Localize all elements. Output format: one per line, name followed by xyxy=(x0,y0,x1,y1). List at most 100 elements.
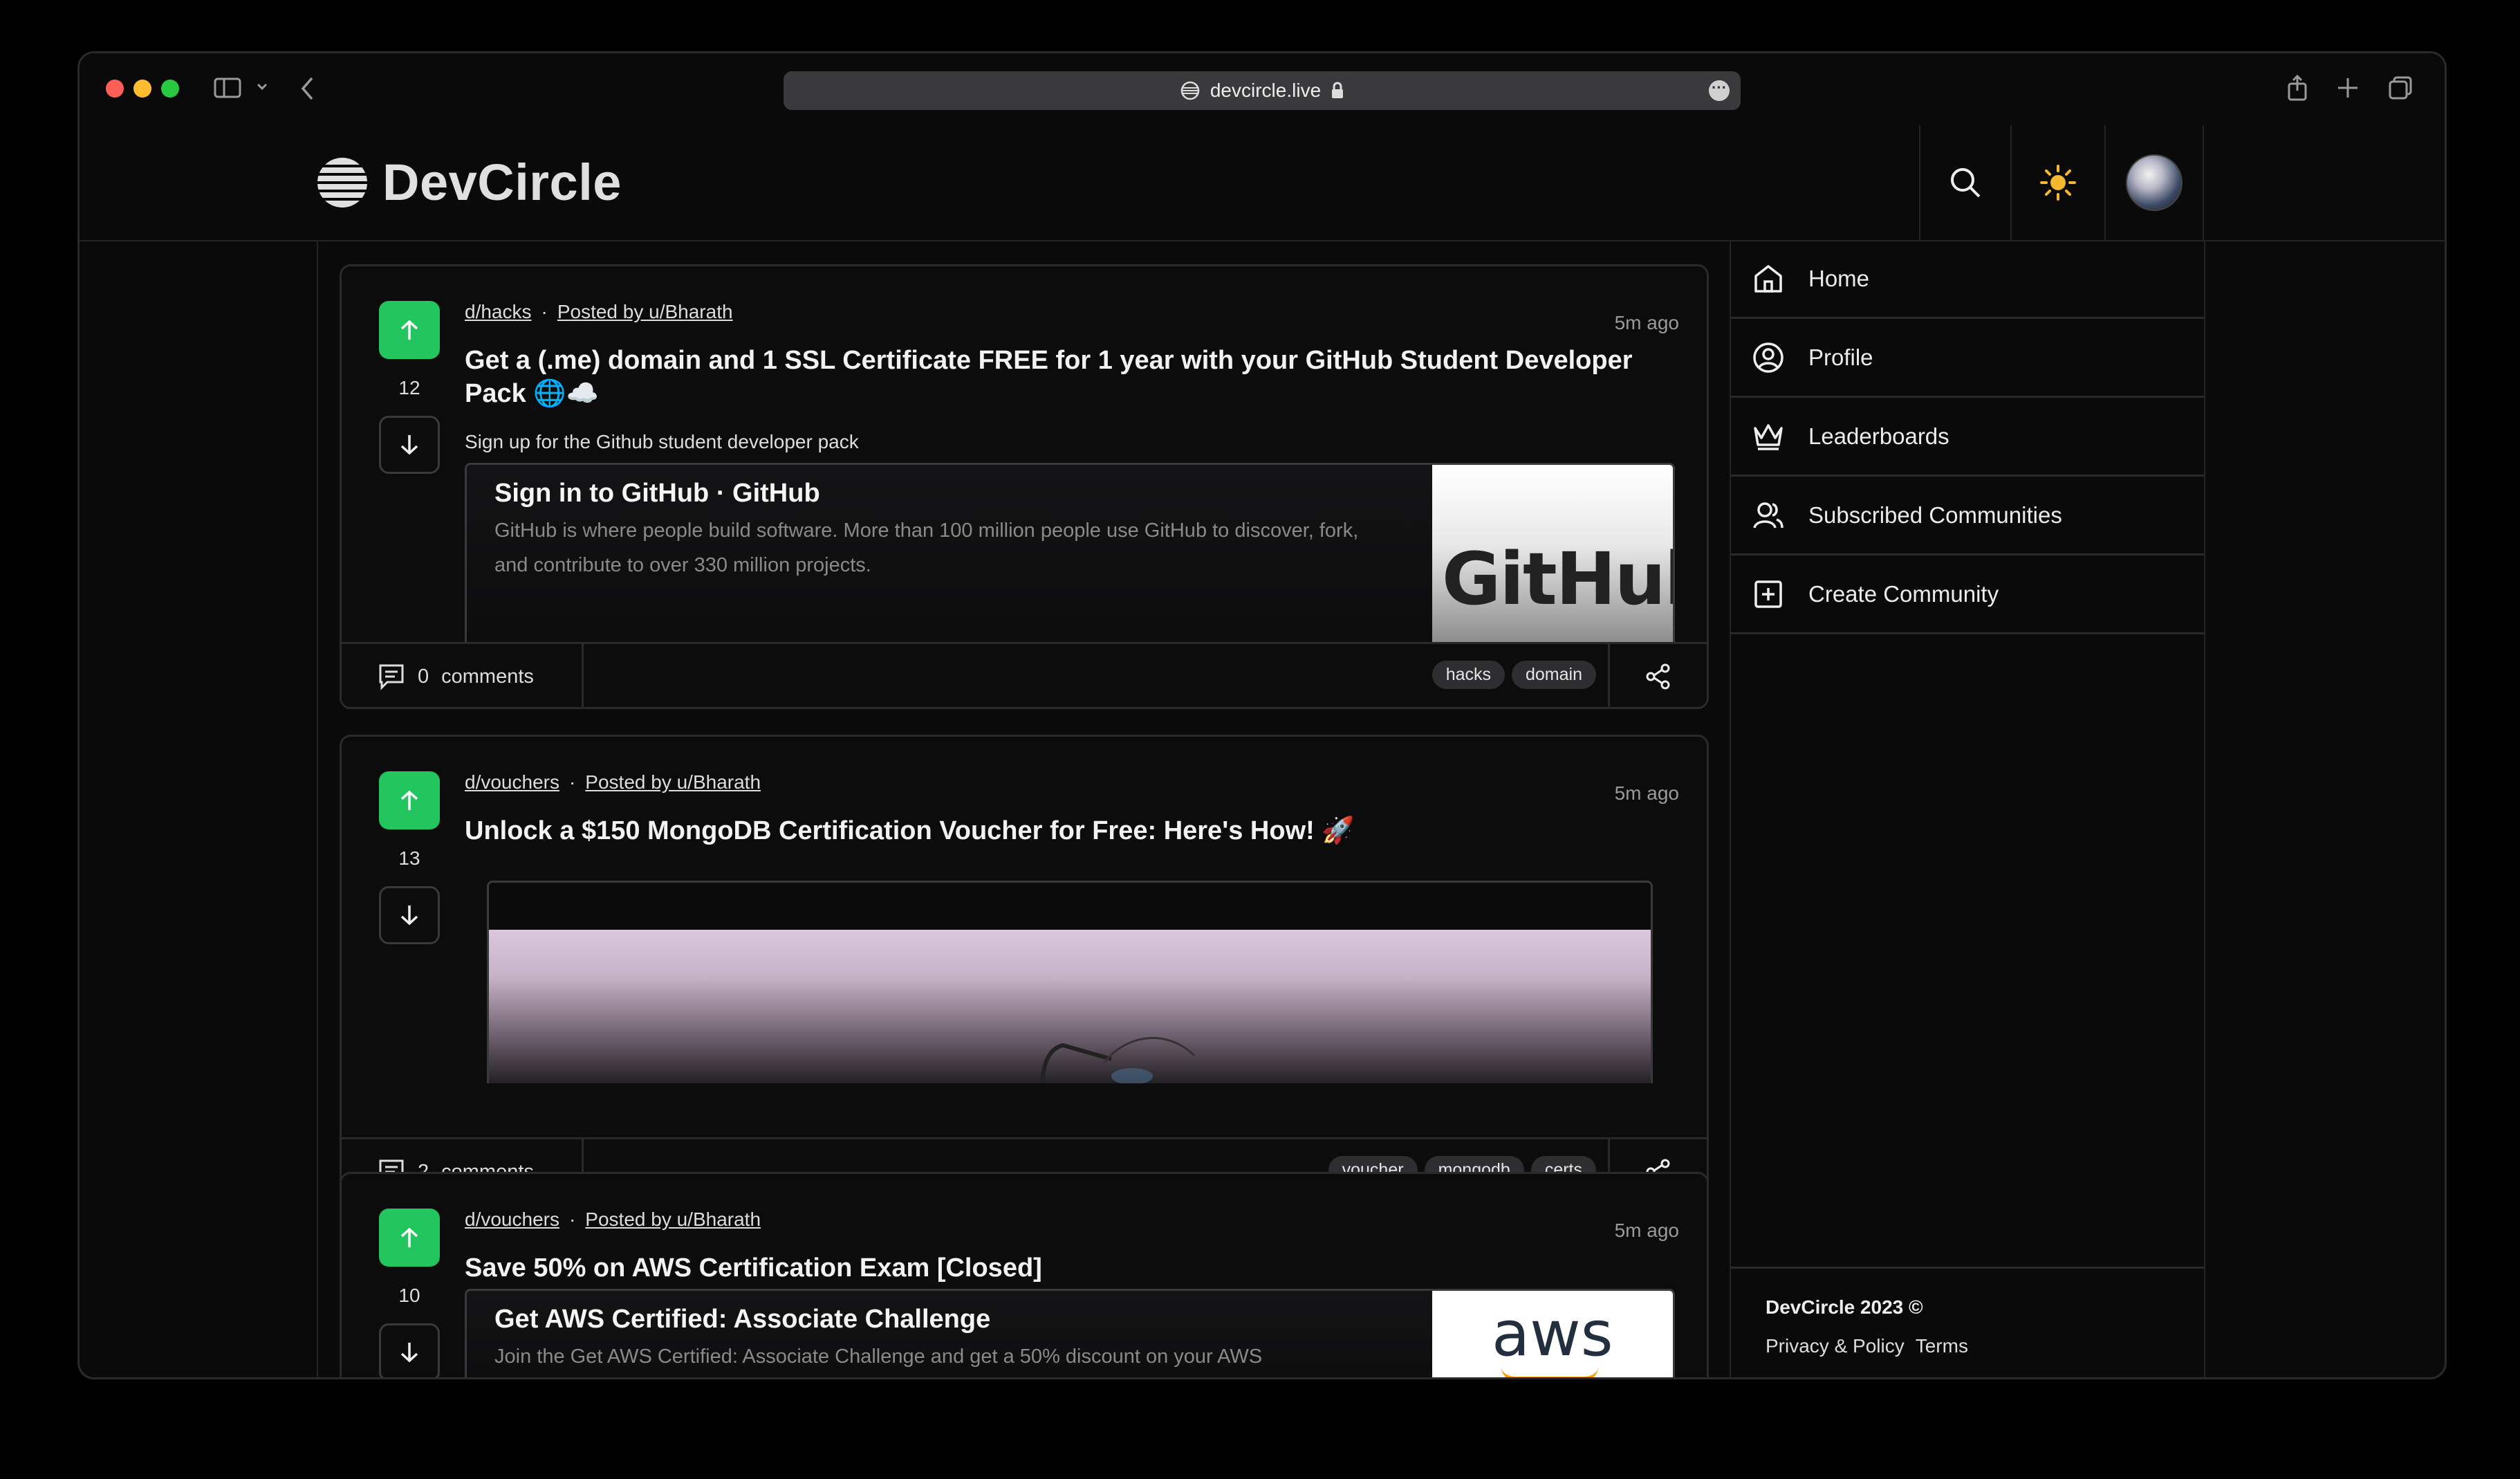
user-avatar-button[interactable] xyxy=(2104,125,2204,240)
brand-logo[interactable]: DevCircle xyxy=(316,153,622,212)
post-timestamp: 5m ago xyxy=(1614,782,1679,804)
minimize-window-button[interactable] xyxy=(133,80,151,98)
search-button[interactable] xyxy=(1919,125,2010,240)
sidebar-footer: DevCircle 2023 © Privacy & Policy Terms xyxy=(1731,1267,2204,1377)
comment-icon xyxy=(379,664,404,690)
sidebar-item-label: Create Community xyxy=(1808,580,1999,607)
maximize-window-button[interactable] xyxy=(161,80,179,98)
terms-link[interactable]: Terms xyxy=(1916,1335,1968,1357)
upvote-button[interactable] xyxy=(379,771,440,829)
search-icon xyxy=(1951,168,1981,198)
browser-toolbar: devcircle.live ··· xyxy=(80,53,2445,125)
sidebar-item-profile[interactable]: Profile xyxy=(1731,319,2204,398)
sidebar-item-leaderboards[interactable]: Leaderboards xyxy=(1731,398,2204,477)
tag-chip[interactable]: hacks xyxy=(1432,661,1505,689)
avatar xyxy=(2126,154,2183,211)
post-meta: d/vouchers · Posted by u/Bharath xyxy=(465,1209,761,1231)
brand-name: DevCircle xyxy=(382,154,622,211)
users-icon xyxy=(1753,502,1784,529)
post-meta: d/hacks · Posted by u/Bharath xyxy=(465,301,733,323)
close-window-button[interactable] xyxy=(106,80,124,98)
share-button[interactable] xyxy=(1608,644,1707,707)
sidebar-item-home[interactable]: Home xyxy=(1731,240,2204,319)
author-link[interactable]: Posted by u/Bharath xyxy=(585,771,761,793)
post-timestamp: 5m ago xyxy=(1614,1220,1679,1241)
link-preview-title: Sign in to GitHub · GitHub xyxy=(494,479,820,508)
vote-count: 10 xyxy=(398,1285,420,1306)
post-title[interactable]: Unlock a $150 MongoDB Certification Vouc… xyxy=(465,814,1668,847)
tab-overview-icon[interactable] xyxy=(2388,75,2413,104)
post-card[interactable]: 10 d/vouchers · Posted by u/Bharath 5m a… xyxy=(340,1172,1709,1377)
author-link[interactable]: Posted by u/Bharath xyxy=(585,1209,761,1231)
github-thumbnail: GitHub xyxy=(1432,465,1673,645)
community-link[interactable]: d/hacks xyxy=(465,301,532,323)
share-icon xyxy=(1646,663,1670,690)
link-preview-description: GitHub is where people build software. M… xyxy=(494,520,1359,576)
sidebar-item-create-community[interactable]: Create Community xyxy=(1731,555,2204,634)
post-title[interactable]: Save 50% on AWS Certification Exam [Clos… xyxy=(465,1251,1668,1285)
post-footer: 0 comments hacks domain xyxy=(342,642,1707,707)
post-image[interactable] xyxy=(487,881,1653,1083)
comments-button[interactable]: 0 comments xyxy=(342,644,584,707)
back-icon[interactable] xyxy=(299,75,316,105)
theme-toggle-button[interactable] xyxy=(2010,125,2104,240)
share-page-icon[interactable] xyxy=(2287,74,2308,105)
more-options-icon[interactable]: ··· xyxy=(1709,80,1730,101)
author-link[interactable]: Posted by u/Bharath xyxy=(557,301,733,323)
sidebar-item-label: Profile xyxy=(1808,344,1873,370)
downvote-button[interactable] xyxy=(379,886,440,944)
meta-separator: · xyxy=(568,1209,576,1230)
downvote-button[interactable] xyxy=(379,1323,440,1377)
tag-list: hacks domain xyxy=(1432,661,1596,689)
meta-separator: · xyxy=(541,301,548,322)
tag-chip[interactable]: domain xyxy=(1512,661,1596,689)
footer-links: Privacy & Policy Terms xyxy=(1766,1335,1968,1357)
aws-logo-text: aws xyxy=(1492,1298,1613,1370)
post-description: Sign up for the Github student developer… xyxy=(465,431,859,452)
sidebar-toggle-icon[interactable] xyxy=(214,77,241,102)
post-timestamp: 5m ago xyxy=(1614,312,1679,333)
link-preview-description: Join the Get AWS Certified: Associate Ch… xyxy=(494,1345,1263,1368)
vote-count: 12 xyxy=(398,377,420,398)
post-card[interactable]: 12 d/hacks · Posted by u/Bharath 5m ago … xyxy=(340,264,1709,709)
arrow-up-icon xyxy=(400,1227,418,1247)
post-card[interactable]: 13 d/vouchers · Posted by u/Bharath 5m a… xyxy=(340,735,1709,1204)
user-circle-icon xyxy=(1753,342,1784,373)
community-link[interactable]: d/vouchers xyxy=(465,771,559,793)
link-preview-card[interactable]: Sign in to GitHub · GitHub GitHub is whe… xyxy=(465,463,1675,645)
browser-window: devcircle.live ··· DevCircle 12 d/hacks … xyxy=(77,51,2447,1379)
sidebar-item-subscribed-communities[interactable]: Subscribed Communities xyxy=(1731,477,2204,555)
post-title[interactable]: Get a (.me) domain and 1 SSL Certificate… xyxy=(465,344,1668,410)
globe-logo-icon xyxy=(316,157,369,208)
aws-smile-icon xyxy=(1501,1367,1598,1377)
downvote-button[interactable] xyxy=(379,416,440,474)
app-header: DevCircle xyxy=(80,125,2445,241)
community-link[interactable]: d/vouchers xyxy=(465,1209,559,1231)
url-text: devcircle.live xyxy=(1210,80,1322,101)
vote-count: 13 xyxy=(398,847,420,869)
vote-controls: 12 xyxy=(376,301,443,474)
sidebar-right-rail xyxy=(2204,240,2205,1377)
upvote-button[interactable] xyxy=(379,1209,440,1267)
new-tab-icon[interactable] xyxy=(2337,77,2359,102)
lock-icon xyxy=(1332,82,1344,98)
post-meta: d/vouchers · Posted by u/Bharath xyxy=(465,771,761,793)
crown-icon xyxy=(1754,423,1783,450)
content-left-rail xyxy=(317,240,318,1377)
site-globe-icon xyxy=(1180,81,1200,100)
laptop-sketch-icon xyxy=(1040,1037,1196,1083)
vote-controls: 10 xyxy=(376,1209,443,1377)
arrow-down-icon xyxy=(400,906,418,926)
arrow-down-icon xyxy=(400,435,418,455)
address-bar[interactable]: devcircle.live ··· xyxy=(784,71,1741,110)
github-logo-text: GitHub xyxy=(1442,537,1673,621)
privacy-policy-link[interactable]: Privacy & Policy xyxy=(1766,1335,1905,1357)
arrow-up-icon xyxy=(400,320,418,340)
link-preview-card[interactable]: Get AWS Certified: Associate Challenge J… xyxy=(465,1289,1675,1377)
upvote-button[interactable] xyxy=(379,301,440,359)
copyright-text: DevCircle 2023 © xyxy=(1766,1296,1923,1318)
meta-separator: · xyxy=(568,771,576,793)
sidebar-nav: Home Profile Leaderboards Subscribed Com… xyxy=(1731,240,2204,634)
chevron-down-icon[interactable] xyxy=(255,80,269,97)
arrow-down-icon xyxy=(400,1343,418,1363)
